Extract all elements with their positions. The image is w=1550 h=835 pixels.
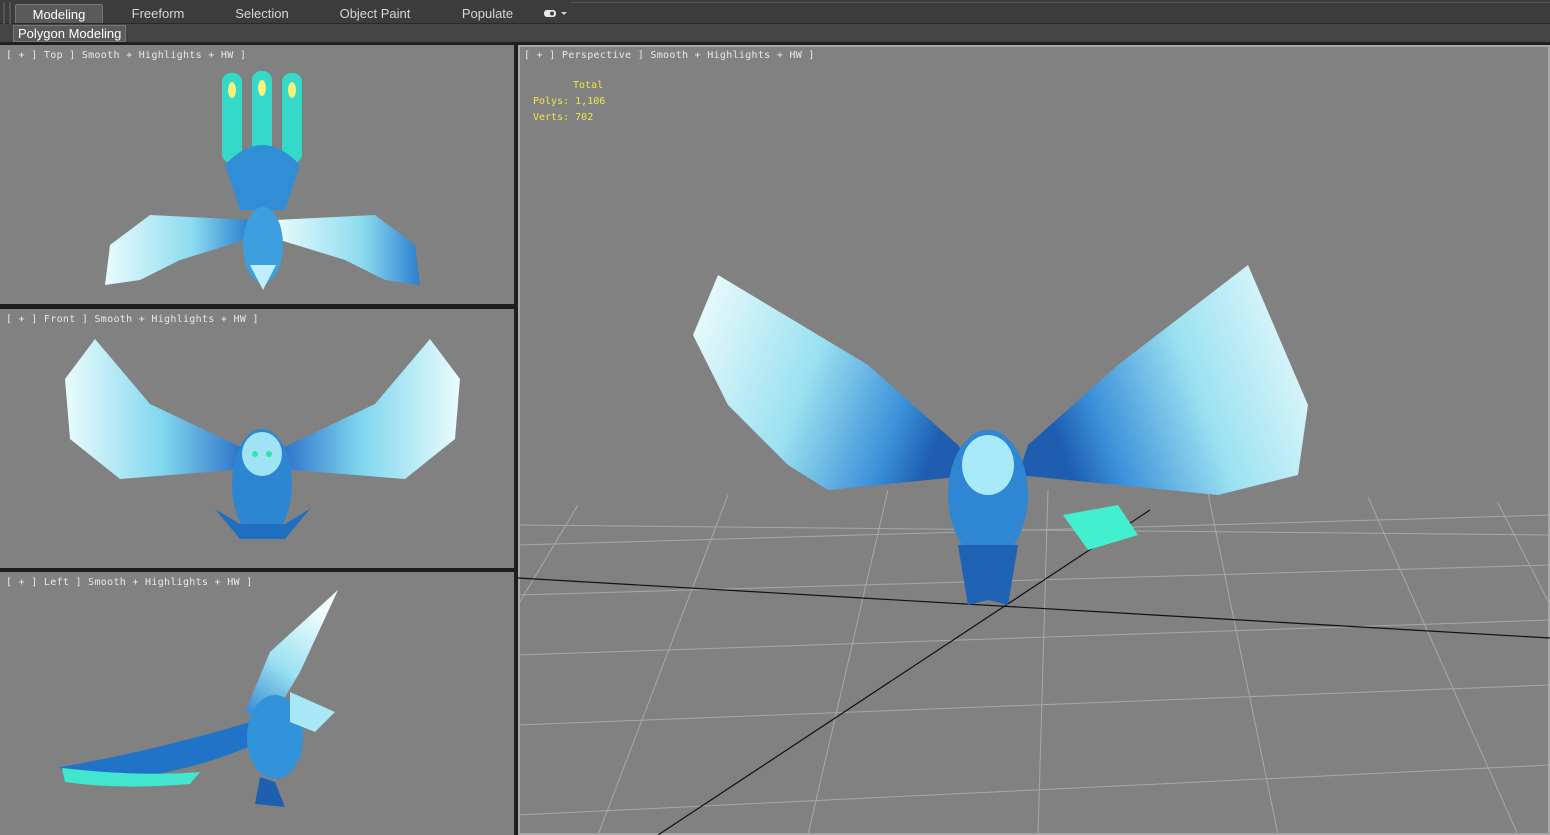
polygon-modeling-panel-button[interactable]: Polygon Modeling (13, 25, 127, 42)
ribbon-divider (570, 2, 1550, 3)
viewport-perspective[interactable]: [ + ] Perspective ] Smooth + Highlights … (518, 45, 1550, 835)
toggle-dropdown-icon[interactable] (543, 8, 569, 20)
grid-y-axis (657, 509, 1151, 835)
phoenix-model-top-view (105, 71, 420, 290)
tab-populate[interactable]: Populate (450, 4, 525, 23)
ribbon-panel-bar: Polygon Modeling (0, 24, 1550, 43)
ribbon-tab-bar: Modeling Freeform Selection Object Paint… (0, 0, 1550, 40)
perspective-scene (518, 265, 1550, 835)
tab-object-paint[interactable]: Object Paint (330, 4, 420, 23)
phoenix-model-left-view (60, 590, 338, 807)
viewport-top[interactable]: [ + ] Top ] Smooth + Highlights + HW ] (0, 45, 514, 304)
tab-freeform[interactable]: Freeform (116, 4, 200, 23)
viewport-left[interactable]: [ + ] Left ] Smooth + Highlights + HW ] (0, 572, 514, 835)
home-grid (518, 489, 1550, 835)
phoenix-model-front-view (65, 339, 460, 539)
viewport-front[interactable]: [ + ] Front ] Smooth + Highlights + HW ] (0, 309, 514, 568)
tab-selection[interactable]: Selection (220, 4, 304, 23)
tab-modeling[interactable]: Modeling (15, 4, 103, 23)
